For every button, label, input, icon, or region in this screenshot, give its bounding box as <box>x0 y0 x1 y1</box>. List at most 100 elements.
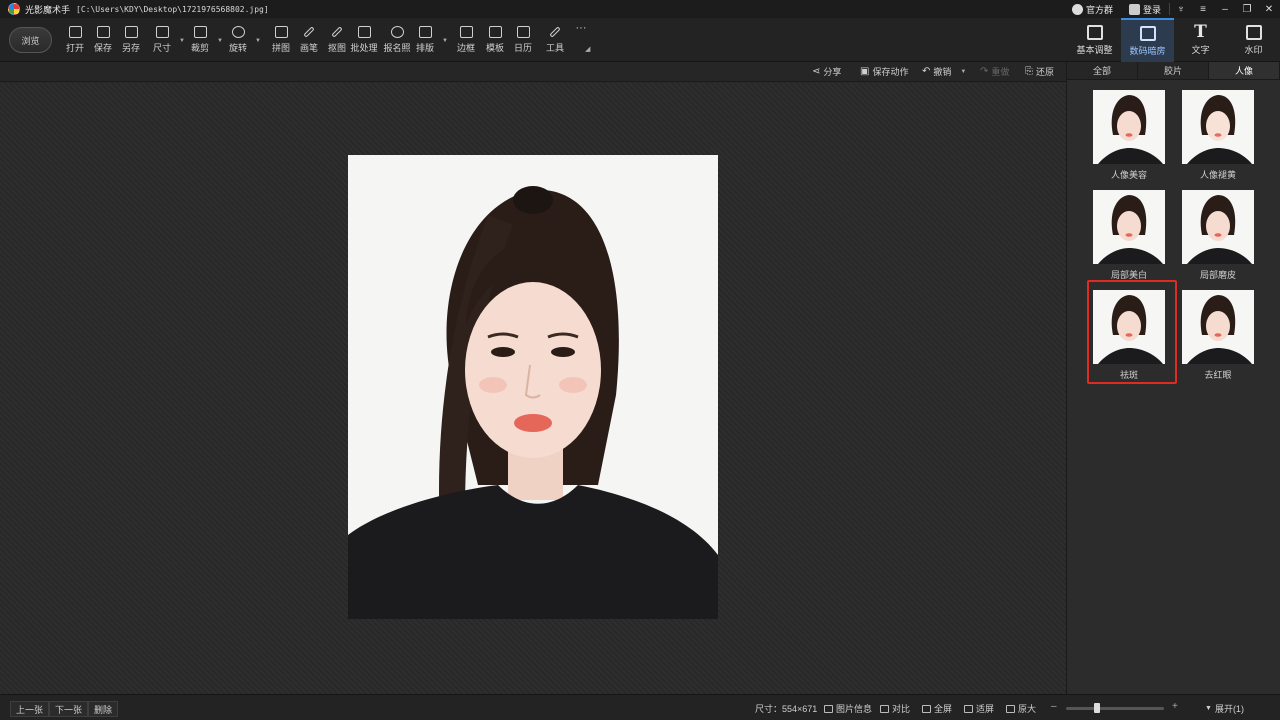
crop-button[interactable]: 裁剪 ▼ <box>185 26 223 56</box>
crop-icon <box>193 26 207 38</box>
calendar-button[interactable]: 日历 <box>508 26 538 56</box>
id-photo-button[interactable]: 报名照 <box>382 26 412 56</box>
tab-all[interactable]: 全部 <box>1067 62 1138 79</box>
tab-watermark-label: 水印 <box>1244 44 1263 55</box>
open-button[interactable]: 打开 <box>60 26 90 56</box>
brush-button[interactable]: 画笔 <box>294 26 324 56</box>
compare-button[interactable]: 对比 <box>880 702 910 715</box>
zoom-slider-handle[interactable] <box>1094 703 1100 713</box>
tab-darkroom[interactable]: 数码暗房 <box>1121 18 1174 62</box>
app-logo-icon <box>8 3 20 15</box>
effect-thumbnail <box>1182 90 1254 164</box>
effect-red-eye-removal[interactable]: 去红眼 <box>1181 290 1255 381</box>
more-button[interactable]: ··· <box>566 22 596 52</box>
brush-label: 画笔 <box>299 43 318 53</box>
zoom-out-icon[interactable]: – <box>1051 701 1057 712</box>
save-action-button[interactable]: ▣ 保存动作 <box>860 65 908 78</box>
collage-button[interactable]: 拼图 <box>266 26 296 56</box>
adjust-icon <box>1086 24 1103 40</box>
tab-basic-adjust[interactable]: 基本调整 <box>1068 18 1121 62</box>
share-label: 分享 <box>823 67 842 77</box>
chat-icon <box>1071 3 1083 15</box>
close-icon[interactable]: ✕ <box>1258 0 1280 18</box>
chevron-down-icon[interactable]: ▼ <box>442 38 448 44</box>
expand-toolbar-icon[interactable]: ◢ <box>585 45 590 53</box>
layout-button[interactable]: 排版 ▼ <box>410 26 448 56</box>
minimize-icon[interactable]: – <box>1214 0 1236 18</box>
undo-button[interactable]: ↶ 撤销 ▼ <box>922 65 966 78</box>
save-as-button[interactable]: 另存 <box>116 26 146 56</box>
undo-label: 撤销 <box>933 67 952 77</box>
official-group-link[interactable]: 官方群 <box>1064 0 1121 18</box>
delete-button[interactable]: 删除 <box>88 701 119 717</box>
cutout-button[interactable]: 抠图 <box>322 26 352 56</box>
watermark-icon <box>1245 24 1262 40</box>
effect-thumbnail <box>1093 190 1165 264</box>
main-photo[interactable] <box>348 155 718 619</box>
chevron-down-icon[interactable]: ▼ <box>960 69 966 75</box>
tab-darkroom-label: 数码暗房 <box>1129 45 1166 56</box>
rotate-label: 旋转 <box>228 43 247 53</box>
restore-image-icon: ⎘ <box>1025 66 1033 77</box>
save-button[interactable]: 保存 <box>88 26 118 56</box>
border-button[interactable]: 边框 <box>451 26 481 56</box>
fit-screen-label: 适屏 <box>976 704 995 714</box>
save-label: 保存 <box>93 43 112 53</box>
calendar-icon <box>516 26 530 38</box>
zoom-slider[interactable] <box>1066 703 1164 713</box>
selection-highlight <box>1087 280 1177 384</box>
portrait-image <box>348 155 718 619</box>
effect-label: 人像美容 <box>1110 170 1147 180</box>
batch-button[interactable]: 批处理 <box>349 26 379 56</box>
collage-icon <box>274 26 288 38</box>
effect-label: 去红眼 <box>1204 370 1232 380</box>
tab-text[interactable]: T 文字 <box>1174 18 1227 62</box>
compare-icon <box>880 704 889 713</box>
redo-button[interactable]: ↷ 重做 <box>980 65 1009 78</box>
tab-text-label: 文字 <box>1191 44 1210 55</box>
effect-label: 人像褪黄 <box>1199 170 1236 180</box>
restore-button[interactable]: ⎘ 还原 <box>1025 65 1054 78</box>
tab-portrait[interactable]: 人像 <box>1209 62 1280 79</box>
image-info-button[interactable]: 图片信息 <box>824 702 872 715</box>
cutout-label: 抠图 <box>327 43 346 53</box>
effects-panel: 全部 胶片 人像 人像美容 人像褪黄 局部美白 局部磨皮 祛斑 去红眼 <box>1066 62 1280 694</box>
effect-local-smoothing[interactable]: 局部磨皮 <box>1181 190 1255 281</box>
tab-basic-adjust-label: 基本调整 <box>1076 44 1113 55</box>
restore-icon[interactable]: ❐ <box>1236 0 1258 18</box>
tab-film[interactable]: 胶片 <box>1138 62 1209 79</box>
effect-local-whitening[interactable]: 局部美白 <box>1092 190 1166 281</box>
effect-label: 局部磨皮 <box>1199 270 1236 280</box>
save-action-icon: ▣ <box>860 66 870 77</box>
brush-icon <box>303 26 315 38</box>
original-size-button[interactable]: 原大 <box>1006 702 1036 715</box>
browse-button[interactable]: 浏览 <box>9 27 52 53</box>
collage-label: 拼图 <box>271 43 290 53</box>
batch-icon <box>357 26 371 38</box>
mode-tabs: 基本调整 数码暗房 T 文字 水印 <box>1068 18 1280 62</box>
fit-screen-button[interactable]: 适屏 <box>964 702 994 715</box>
login-link[interactable]: 登录 <box>1121 0 1169 18</box>
menu-icon[interactable]: ≡ <box>1192 0 1214 18</box>
login-icon <box>1128 3 1140 15</box>
effect-portrait-deyellow[interactable]: 人像褪黄 <box>1181 90 1255 181</box>
resize-button[interactable]: 尺寸 ▼ <box>147 26 185 56</box>
batch-label: 批处理 <box>350 43 378 53</box>
open-icon <box>68 26 82 38</box>
undo-icon: ↶ <box>922 66 931 77</box>
next-image-button[interactable]: 下一张 <box>49 701 89 717</box>
open-label: 打开 <box>65 43 84 53</box>
chevron-down-icon[interactable]: ▼ <box>255 38 261 44</box>
rotate-button[interactable]: 旋转 ▼ <box>223 26 261 56</box>
tab-watermark[interactable]: 水印 <box>1227 18 1280 62</box>
expand-filmstrip-button[interactable]: ▼ 展开(1) <box>1205 702 1244 715</box>
effect-portrait-beauty[interactable]: 人像美容 <box>1092 90 1166 181</box>
skin-icon[interactable]: ♆ <box>1170 0 1192 18</box>
share-button[interactable]: ⋖ 分享 <box>812 65 841 78</box>
fullscreen-button[interactable]: 全屏 <box>922 702 952 715</box>
main-toolbar: 浏览 打开 保存 另存 尺寸 ▼ 裁剪 ▼ 旋转 ▼ 拼图 画笔 抠图 批处理 <box>0 18 1280 62</box>
prev-image-button[interactable]: 上一张 <box>10 701 50 717</box>
zoom-in-icon[interactable]: + <box>1172 701 1178 712</box>
image-canvas[interactable] <box>0 83 1066 694</box>
template-button[interactable]: 模板 <box>480 26 510 56</box>
